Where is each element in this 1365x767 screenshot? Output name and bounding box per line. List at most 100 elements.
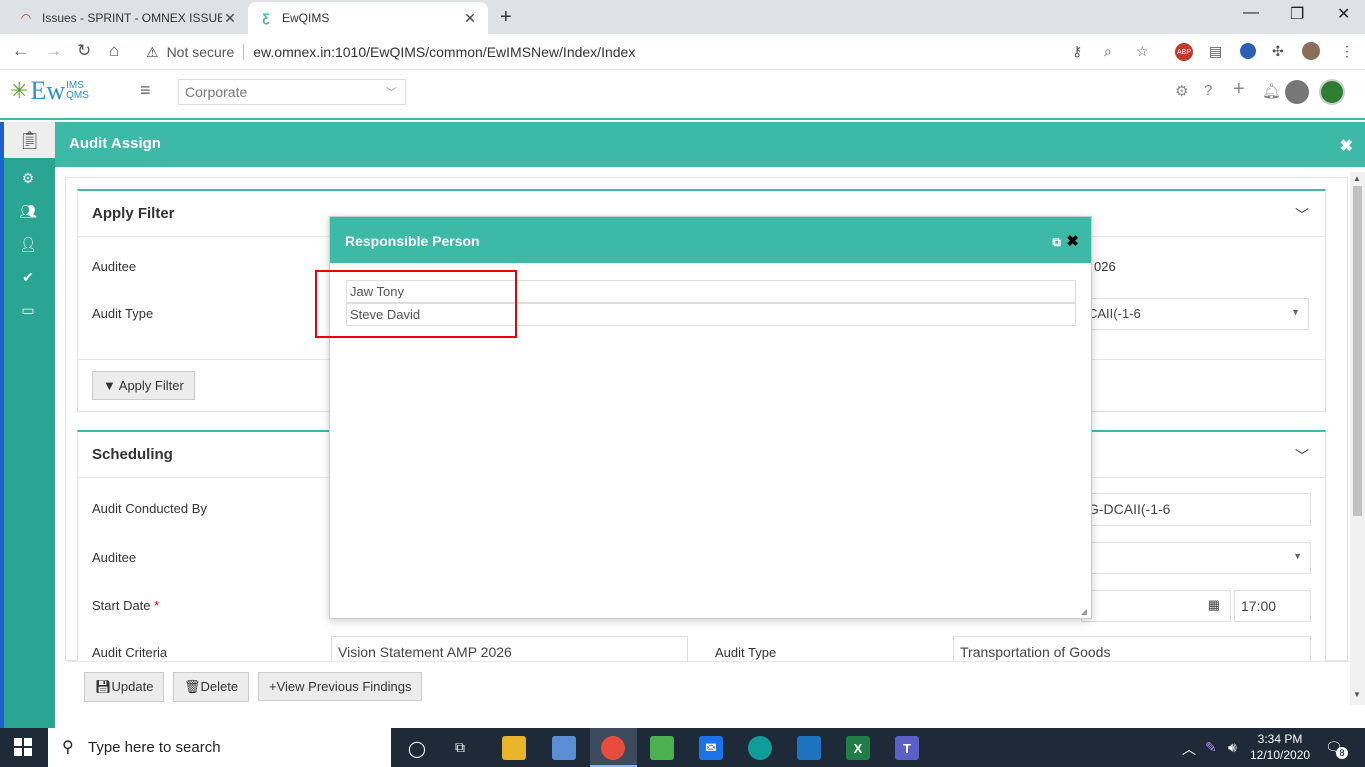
resize-handle-icon[interactable]: ◢ bbox=[1081, 607, 1087, 616]
extension-globe-icon[interactable] bbox=[1240, 43, 1256, 59]
address-bar[interactable]: ⚠ Not secure ew.omnex.in:1010/EwQIMS/com… bbox=[140, 38, 1165, 66]
card-title: Apply Filter bbox=[92, 205, 175, 222]
key-icon[interactable]: ⚷ bbox=[1072, 43, 1082, 60]
help-icon[interactable]: ? bbox=[1204, 82, 1212, 99]
warning-icon: ⚠ bbox=[146, 43, 159, 60]
apply-filter-button[interactable]: ▼ Apply Filter bbox=[92, 371, 195, 400]
settings-gear-icon[interactable]: ⚙ bbox=[1175, 82, 1188, 100]
minimize-icon[interactable]: — bbox=[1243, 4, 1259, 22]
plus-icon: + bbox=[269, 679, 277, 694]
windows-start-icon[interactable] bbox=[14, 738, 32, 756]
extensions-puzzle-icon[interactable]: ✣ bbox=[1272, 43, 1284, 60]
browser-tabstrip: ◠ Issues - SPRINT - OMNEX ISSUE T ✕ Ƹ Ew… bbox=[0, 0, 1365, 34]
document-extension-icon[interactable]: ▤ bbox=[1209, 43, 1222, 60]
external-link-icon[interactable]: ⧉ bbox=[1052, 235, 1061, 250]
back-icon[interactable]: ← bbox=[12, 41, 29, 61]
audit-conducted-by-field[interactable]: G-DCAII(-1-6 bbox=[1081, 493, 1311, 526]
left-sidebar: 📋︎ ⚙ 👥︎ 👤︎ ✔ ▭ bbox=[0, 122, 55, 728]
brand-emblem-icon[interactable] bbox=[1319, 79, 1345, 105]
trash-icon: 🗑︎ bbox=[184, 679, 201, 694]
taskbar-clock[interactable]: 3:34 PM 12/10/2020 bbox=[1250, 731, 1310, 763]
view-previous-findings-button[interactable]: +View Previous Findings bbox=[258, 672, 423, 701]
mail-icon[interactable]: ✉ bbox=[699, 736, 723, 760]
org-selector[interactable]: Corporate ﹀ bbox=[178, 79, 406, 105]
restore-icon[interactable]: ❐ bbox=[1290, 4, 1304, 24]
start-date-text: Start Date bbox=[92, 598, 151, 613]
vertical-scrollbar[interactable]: ▲ ▼ bbox=[1350, 172, 1365, 705]
dropdown-arrow-icon: ▼ bbox=[1293, 551, 1302, 561]
tab-title: EwQIMS bbox=[282, 11, 330, 25]
start-time-field[interactable]: 17:00 bbox=[1234, 590, 1311, 622]
calendar-icon[interactable]: ▦ bbox=[1208, 597, 1220, 613]
desktop-app-icon[interactable] bbox=[552, 736, 576, 760]
user-gear-icon: 👤︎ bbox=[19, 235, 37, 252]
save-icon: 💾︎ bbox=[95, 679, 112, 694]
profile-avatar-icon[interactable] bbox=[1302, 42, 1320, 60]
security-label: Not secure bbox=[166, 44, 235, 60]
user-avatar[interactable] bbox=[1285, 80, 1309, 104]
delete-button[interactable]: 🗑︎Delete bbox=[173, 672, 250, 702]
collapse-chevron-icon[interactable]: ﹀ bbox=[1295, 205, 1309, 225]
close-window-icon[interactable]: ✕ bbox=[1337, 4, 1350, 24]
browser-tab-issues[interactable]: ◠ Issues - SPRINT - OMNEX ISSUE T ✕ bbox=[8, 2, 248, 34]
view-previous-label: View Previous Findings bbox=[276, 679, 412, 694]
add-icon[interactable]: + bbox=[1233, 78, 1245, 101]
divider bbox=[243, 44, 245, 60]
auditee-value: 026 bbox=[1094, 259, 1116, 274]
excel-icon[interactable]: X bbox=[846, 736, 870, 760]
audit-criteria-label: Audit Criteria bbox=[92, 645, 168, 660]
tray-chevron-icon[interactable]: ︿ bbox=[1182, 739, 1196, 759]
sidebar-item-settings[interactable]: ⚙ bbox=[8, 166, 48, 190]
sidebar-item-user-settings[interactable]: 👤︎ bbox=[8, 232, 48, 256]
delete-label: Delete bbox=[200, 679, 239, 694]
cortana-icon[interactable]: ◯ bbox=[408, 739, 426, 759]
panel-close-icon[interactable]: ✖ bbox=[1340, 136, 1353, 156]
notification-badge: 8 bbox=[1336, 747, 1348, 759]
monitor-icon: ▭ bbox=[21, 301, 35, 318]
teams-icon[interactable]: T bbox=[895, 736, 919, 760]
tab-close-icon[interactable]: ✕ bbox=[222, 10, 238, 27]
home-icon[interactable]: ⌂ bbox=[109, 41, 119, 61]
taskbar-search[interactable]: ⚲ Type here to search bbox=[48, 728, 391, 767]
edge-icon[interactable] bbox=[748, 736, 772, 760]
clock-date: 12/10/2020 bbox=[1250, 748, 1311, 762]
notepad-icon[interactable] bbox=[650, 736, 674, 760]
browser-tab-ewqims[interactable]: Ƹ EwQIMS ✕ bbox=[248, 2, 488, 34]
chrome-icon[interactable] bbox=[601, 736, 625, 760]
update-button[interactable]: 💾︎Update bbox=[84, 672, 165, 702]
audit-type-label: Audit Type bbox=[92, 306, 154, 321]
scroll-thumb[interactable] bbox=[1353, 186, 1362, 516]
ewqims-favicon-icon: Ƹ bbox=[262, 11, 270, 25]
sidebar-item-groups[interactable]: 👥︎ bbox=[8, 199, 48, 223]
menu-kebab-icon[interactable]: ⋮ bbox=[1340, 43, 1354, 60]
task-view-icon[interactable]: ⧉ bbox=[455, 739, 465, 756]
search-icon: ⚲ bbox=[62, 739, 74, 756]
modal-close-icon[interactable]: ✖ bbox=[1066, 232, 1079, 250]
sidebar-item-reports[interactable]: ▭ bbox=[8, 298, 48, 322]
hamburger-menu-icon[interactable]: ≡ bbox=[140, 80, 151, 101]
adblock-icon[interactable]: ABP bbox=[1175, 43, 1193, 61]
scroll-up-icon[interactable]: ▲ bbox=[1353, 174, 1361, 183]
audit-type-select[interactable]: CAII(-1-6 ▼ bbox=[1081, 298, 1309, 330]
start-date-field[interactable]: ▦ bbox=[1081, 590, 1231, 622]
sidebar-item-audit[interactable]: 📋︎ bbox=[4, 122, 55, 158]
collapse-chevron-icon[interactable]: ﹀ bbox=[1295, 446, 1309, 466]
pen-icon[interactable]: ✎ bbox=[1205, 739, 1217, 756]
sidebar-item-user-check[interactable]: ✔ bbox=[8, 265, 48, 289]
notification-bell-icon[interactable]: 🔔︎ bbox=[1262, 82, 1281, 100]
auditee-select[interactable]: ▼ bbox=[1081, 542, 1311, 574]
zoom-icon[interactable]: ⌕ bbox=[1104, 43, 1112, 60]
bookmark-star-icon[interactable]: ☆ bbox=[1136, 43, 1149, 60]
tab-close-icon[interactable]: ✕ bbox=[462, 10, 478, 27]
modal-title: Responsible Person bbox=[345, 233, 480, 249]
scroll-down-icon[interactable]: ▼ bbox=[1353, 690, 1361, 699]
windows-taskbar: ⚲ Type here to search ◯ ⧉ ✉ X T ︿ ✎ 🔊︎ 3… bbox=[0, 728, 1365, 767]
new-tab-icon[interactable]: + bbox=[500, 6, 512, 29]
volume-icon[interactable]: 🔊︎ bbox=[1228, 739, 1237, 756]
search-placeholder: Type here to search bbox=[88, 739, 221, 756]
reload-icon[interactable]: ↻ bbox=[77, 41, 91, 61]
file-explorer-icon[interactable] bbox=[502, 736, 526, 760]
security-app-icon[interactable] bbox=[797, 736, 821, 760]
required-mark: * bbox=[154, 598, 160, 613]
forward-icon[interactable]: → bbox=[45, 41, 62, 61]
